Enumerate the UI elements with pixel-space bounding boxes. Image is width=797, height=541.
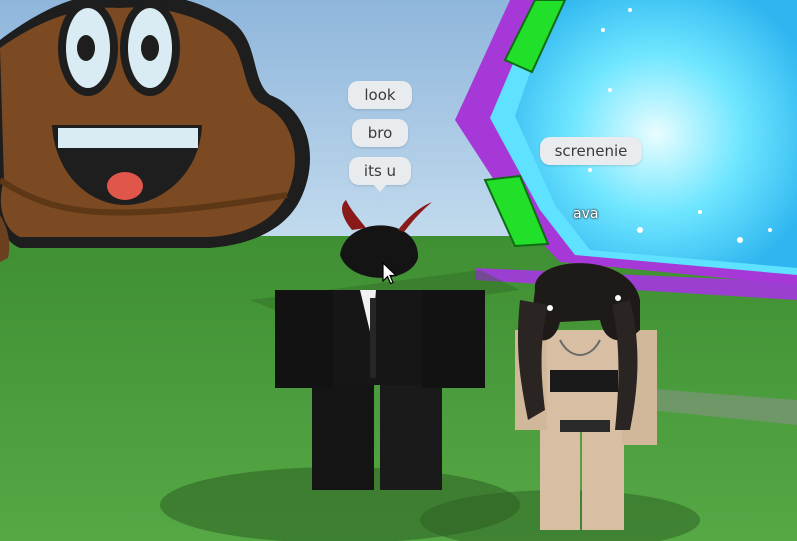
chat-bubble-2: bro	[352, 119, 408, 147]
chat-bubble-1: look	[348, 81, 412, 109]
other-player-chat-bubble: screnenie	[540, 137, 642, 165]
chat-bubble-tail	[374, 185, 386, 192]
other-player-name-tag: ava	[573, 206, 599, 222]
chat-bubble-3: its u	[349, 157, 411, 185]
mouse-cursor-icon	[382, 262, 398, 285]
